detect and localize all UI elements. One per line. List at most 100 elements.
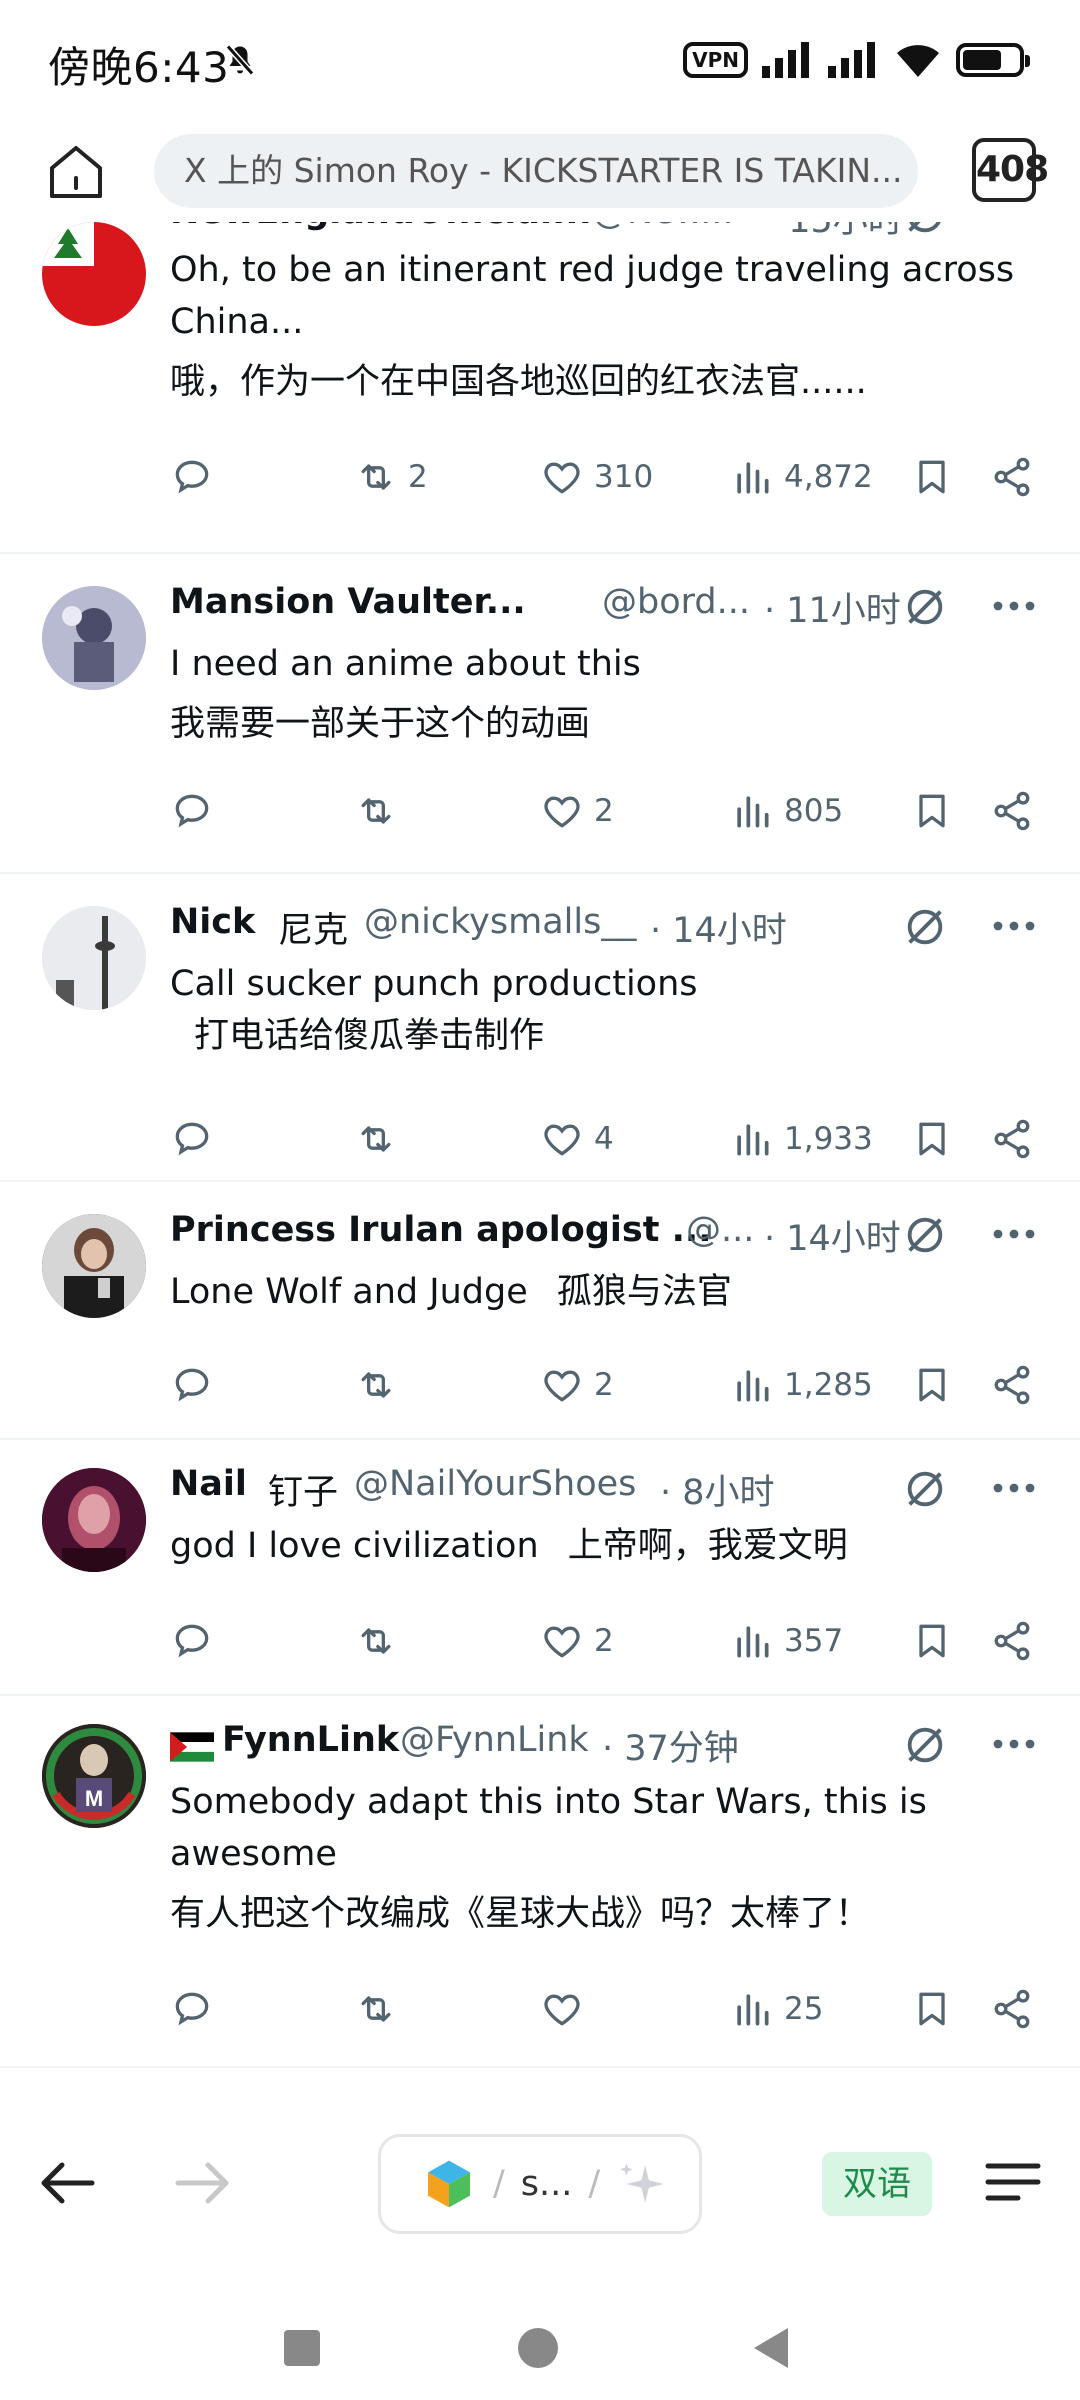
views-button[interactable]: 1,285 (730, 1360, 873, 1410)
reply-post[interactable]: Nick 尼克 @nickysmalls__ · 14小时 Call sucke… (0, 874, 1080, 1182)
bilingual-button[interactable]: 双语 (822, 2152, 932, 2216)
views-button[interactable]: 1,933 (730, 1114, 873, 1164)
retweet-button[interactable]: 2 (354, 452, 428, 502)
extension-label[interactable]: s... (521, 2164, 573, 2204)
share-icon (994, 1989, 1030, 2029)
views-button[interactable]: 25 (730, 1984, 823, 2034)
avatar[interactable]: M (42, 1724, 146, 1828)
retweet-button[interactable] (354, 786, 408, 836)
back-arrow-icon[interactable] (38, 2158, 96, 2208)
like-button[interactable]: 2 (540, 1616, 614, 1666)
retweet-icon (361, 1996, 391, 2022)
grok-icon[interactable] (902, 1722, 948, 1768)
bookmark-button[interactable] (910, 452, 954, 502)
like-count: 2 (594, 793, 614, 829)
grok-icon[interactable] (902, 904, 948, 950)
views-button[interactable]: 357 (730, 1616, 843, 1666)
share-button[interactable] (990, 1360, 1034, 1410)
author-handle[interactable]: @... (686, 1210, 754, 1250)
more-options-icon[interactable] (990, 586, 1038, 626)
retweet-button[interactable] (354, 1360, 408, 1410)
reply-post[interactable]: NewEnglandOfficial... @New... · 15小时 Oh,… (0, 222, 1080, 554)
bookmark-icon (919, 1368, 945, 1402)
author-name[interactable]: NewEnglandOfficial... (170, 222, 592, 232)
retweet-button[interactable] (354, 1114, 408, 1164)
reply-button[interactable] (170, 786, 214, 836)
like-button[interactable]: 2 (540, 786, 614, 836)
palestine-flag-icon (170, 1732, 214, 1762)
home-icon[interactable] (44, 140, 108, 204)
bookmark-icon (919, 460, 945, 494)
sparkle-icon[interactable] (616, 2159, 666, 2209)
share-button[interactable] (990, 1114, 1034, 1164)
more-options-icon[interactable] (990, 1214, 1038, 1254)
forward-arrow-icon[interactable] (174, 2158, 232, 2208)
svg-text:M: M (85, 1786, 103, 1811)
views-button[interactable]: 805 (730, 786, 843, 836)
share-button[interactable] (990, 1984, 1034, 2034)
recents-button[interactable] (284, 2330, 320, 2366)
reply-icon (175, 1122, 209, 1156)
author-handle[interactable]: @nickysmalls__ (364, 902, 636, 942)
bookmark-button[interactable] (910, 1114, 954, 1164)
more-options-icon[interactable] (990, 906, 1038, 946)
reply-post[interactable]: Princess Irulan apologist ... @... · 14小… (0, 1182, 1080, 1440)
author-name[interactable]: Nick (170, 902, 255, 942)
avatar[interactable] (42, 1468, 146, 1572)
heart-icon (544, 1626, 580, 1658)
reply-post[interactable]: M FynnLink @FynnLink · 37分钟 Somebody ada… (0, 1696, 1080, 2068)
like-button[interactable]: 2 (540, 1360, 614, 1410)
signal-icon (762, 42, 809, 78)
reply-post[interactable]: Mansion Vaulter... @bord... · 11小时 I nee… (0, 554, 1080, 874)
author-handle[interactable]: @New... (592, 222, 734, 232)
more-options-icon[interactable] (990, 1468, 1038, 1508)
author-handle[interactable]: @bord... (602, 582, 750, 622)
reply-button[interactable] (170, 1114, 214, 1164)
tab-count-button[interactable]: 408 (972, 138, 1049, 202)
bookmark-button[interactable] (910, 1360, 954, 1410)
author-name[interactable]: FynnLink (222, 1720, 399, 1760)
back-nav-icon[interactable] (752, 2326, 792, 2370)
replies-feed[interactable]: NewEnglandOfficial... @New... · 15小时 Oh,… (0, 222, 1080, 2072)
bookmark-button[interactable] (910, 1616, 954, 1666)
author-handle[interactable]: @FynnLink (400, 1720, 589, 1760)
home-nav-button[interactable] (518, 2328, 558, 2368)
reply-button[interactable] (170, 1984, 214, 2034)
views-button[interactable]: 4,872 (730, 452, 873, 502)
grok-icon[interactable] (902, 1466, 948, 1512)
extension-bar[interactable]: / s... / (378, 2134, 702, 2234)
share-button[interactable] (990, 1616, 1034, 1666)
avatar[interactable] (42, 906, 146, 1010)
retweet-button[interactable] (354, 1984, 408, 2034)
like-button[interactable]: 310 (540, 452, 653, 502)
author-name[interactable]: Nail (170, 1464, 247, 1504)
share-button[interactable] (990, 786, 1034, 836)
view-count: 4,872 (784, 459, 873, 495)
cube-app-icon[interactable] (421, 2156, 477, 2212)
avatar[interactable] (42, 1214, 146, 1318)
grok-icon[interactable] (902, 1212, 948, 1258)
bookmark-button[interactable] (910, 1984, 954, 2034)
share-button[interactable] (990, 452, 1034, 502)
more-options-icon[interactable] (990, 1724, 1038, 1764)
grok-icon[interactable] (902, 584, 948, 630)
retweet-icon (361, 798, 391, 824)
reply-post[interactable]: Nail 钉子 @NailYourShoes · 8小时 god I love … (0, 1440, 1080, 1696)
author-name[interactable]: Princess Irulan apologist ... (170, 1210, 712, 1250)
author-name[interactable]: Mansion Vaulter... (170, 582, 526, 622)
author-handle[interactable]: @NailYourShoes (354, 1464, 636, 1504)
more-options-icon[interactable] (990, 222, 1038, 234)
url-field[interactable]: X 上的 Simon Roy - KICKSTARTER IS TAKIN... (154, 134, 918, 208)
avatar[interactable] (42, 222, 146, 326)
reply-button[interactable] (170, 1616, 214, 1666)
menu-icon[interactable] (984, 2160, 1042, 2204)
bookmark-button[interactable] (910, 786, 954, 836)
avatar[interactable] (42, 586, 146, 690)
grok-icon[interactable] (902, 222, 948, 238)
retweet-button[interactable] (354, 1616, 408, 1666)
view-count: 357 (784, 1623, 844, 1659)
reply-button[interactable] (170, 1360, 214, 1410)
like-button[interactable] (540, 1984, 594, 2034)
reply-button[interactable] (170, 452, 214, 502)
like-button[interactable]: 4 (540, 1114, 614, 1164)
